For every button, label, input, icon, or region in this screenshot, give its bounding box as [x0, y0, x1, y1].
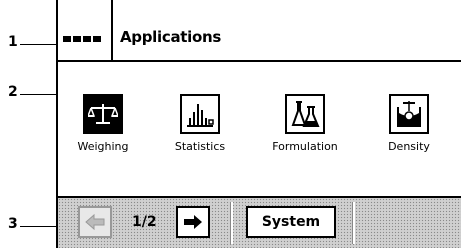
app-label-weighing: Weighing — [77, 140, 129, 153]
system-button[interactable]: System — [246, 206, 336, 238]
arrow-right-icon — [184, 215, 202, 229]
flasks-icon — [285, 94, 325, 134]
callout-2: 2 — [8, 84, 18, 100]
app-label-density: Density — [388, 140, 430, 153]
previous-page-button[interactable] — [78, 206, 112, 238]
arrow-left-icon — [85, 213, 105, 231]
menu-dots-icon[interactable] — [63, 36, 101, 42]
page-title: Applications — [120, 28, 222, 46]
callout-1: 1 — [8, 34, 18, 50]
terminal-screen: Applications Weighing Statistics Formula… — [56, 0, 461, 248]
app-formulation[interactable]: Formulation — [260, 94, 350, 153]
app-statistics[interactable]: Statistics — [155, 94, 245, 153]
app-weighing[interactable]: Weighing — [58, 94, 148, 153]
app-density[interactable]: Density — [364, 94, 454, 153]
application-area: Weighing Statistics Formulation Density — [58, 62, 461, 196]
system-button-label: System — [261, 214, 321, 230]
title-divider — [111, 0, 113, 60]
beaker-sinker-icon — [389, 94, 429, 134]
balance-scale-icon — [83, 94, 123, 134]
callout-3: 3 — [8, 216, 18, 232]
app-label-statistics: Statistics — [174, 140, 226, 153]
app-label-formulation: Formulation — [272, 140, 338, 153]
title-bar: Applications — [58, 0, 461, 62]
navigation-bar: 1/2 System — [58, 196, 461, 248]
terminal-display-diagram: 1 2 3 Applications Weighing Statistics F… — [0, 0, 461, 248]
nav-separator — [230, 202, 233, 244]
bar-chart-icon — [180, 94, 220, 134]
next-page-button[interactable] — [176, 206, 210, 238]
page-indicator: 1/2 — [132, 214, 157, 230]
nav-separator-2 — [352, 202, 355, 244]
